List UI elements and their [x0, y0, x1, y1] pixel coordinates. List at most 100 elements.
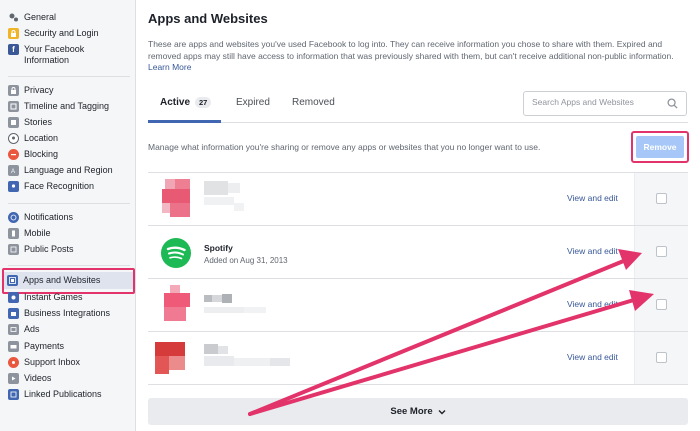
- language-icon: A: [8, 165, 19, 176]
- tab-active[interactable]: Active 27: [160, 97, 212, 108]
- facebook-icon: f: [8, 44, 19, 55]
- app-row-spotify[interactable]: Spotify Added on Aug 31, 2013 View and e…: [148, 226, 688, 279]
- sidebar-item-label: Instant Games: [24, 292, 83, 302]
- apps-icon: [7, 275, 18, 286]
- sidebar-item-face-recognition[interactable]: Face Recognition: [8, 181, 134, 192]
- sidebar-item-blocking[interactable]: Blocking: [8, 149, 134, 160]
- location-icon: [8, 133, 19, 144]
- sidebar-item-videos[interactable]: Videos: [8, 373, 134, 384]
- sidebar-divider: [8, 203, 130, 204]
- select-checkbox[interactable]: [656, 352, 667, 363]
- sidebar-item-label: Stories: [24, 117, 53, 127]
- sidebar-item-label: Security and Login: [24, 28, 99, 38]
- tab-removed[interactable]: Removed: [292, 97, 335, 108]
- view-and-edit-link[interactable]: View and edit: [567, 193, 618, 203]
- sidebar-item-privacy[interactable]: Privacy: [8, 85, 134, 96]
- tab-count-badge: 27: [195, 97, 212, 108]
- remove-button[interactable]: Remove: [636, 136, 684, 158]
- sidebar-divider: [8, 76, 130, 77]
- mobile-icon: [8, 228, 19, 239]
- page-description: These are apps and websites you've used …: [148, 39, 688, 74]
- checkbox-cell: [634, 279, 688, 331]
- games-icon: [8, 292, 19, 303]
- tab-label: Active: [160, 97, 191, 108]
- sidebar-item-label: Privacy: [24, 85, 54, 95]
- app-name: Spotify: [204, 243, 233, 253]
- sidebar-item-public-posts[interactable]: Public Posts: [8, 244, 134, 255]
- sidebar-item-label: Business Integrations: [24, 308, 111, 318]
- sidebar-item-stories[interactable]: Stories: [8, 117, 134, 128]
- main-content: Apps and Websites These are apps and web…: [148, 0, 700, 431]
- sidebar-item-linked-publications[interactable]: Linked Publications: [8, 389, 134, 400]
- sidebar-item-apps-websites[interactable]: Apps and Websites: [3, 272, 134, 289]
- sidebar-item-ads[interactable]: Ads: [8, 324, 134, 335]
- page-title: Apps and Websites: [148, 11, 268, 26]
- support-icon: [8, 357, 19, 368]
- search-box[interactable]: [523, 91, 687, 116]
- sidebar-item-language[interactable]: A Language and Region: [8, 165, 134, 176]
- description-text: These are apps and websites you've used …: [148, 39, 674, 61]
- spotify-icon: [161, 238, 191, 268]
- sidebar-item-label: Payments: [24, 341, 65, 351]
- search-input[interactable]: [532, 97, 662, 107]
- app-row[interactable]: View and edit: [148, 332, 688, 385]
- svg-text:A: A: [11, 169, 15, 174]
- chevron-down-icon: [438, 409, 446, 414]
- sidebar-item-mobile[interactable]: Mobile: [8, 228, 134, 239]
- sidebar-item-label: Ads: [24, 324, 40, 334]
- select-checkbox[interactable]: [656, 299, 667, 310]
- learn-more-link[interactable]: Learn More: [148, 62, 191, 72]
- sidebar-item-label: Your Facebook Information: [24, 44, 85, 65]
- apps-list: View and edit Spotify Added on Aug 31, 2…: [148, 172, 688, 385]
- sidebar-item-security[interactable]: Security and Login: [8, 28, 134, 39]
- tag-icon: [8, 101, 19, 112]
- sidebar-item-support-inbox[interactable]: Support Inbox: [8, 357, 134, 368]
- rss-icon: [8, 244, 19, 255]
- face-icon: [8, 181, 19, 192]
- sidebar-item-business[interactable]: Business Integrations: [8, 308, 134, 319]
- highlight-box: Remove: [631, 131, 689, 163]
- tab-expired[interactable]: Expired: [236, 97, 270, 108]
- manage-text: Manage what information you're sharing o…: [148, 142, 541, 152]
- globe-icon: [8, 212, 19, 223]
- view-and-edit-link[interactable]: View and edit: [567, 299, 618, 309]
- app-added-date: Added on Aug 31, 2013: [204, 256, 288, 265]
- view-and-edit-link[interactable]: View and edit: [567, 352, 618, 362]
- gear-icon: [8, 12, 19, 23]
- sidebar-divider: [8, 265, 130, 266]
- business-icon: [8, 308, 19, 319]
- app-row[interactable]: View and edit: [148, 279, 688, 332]
- sidebar-item-label: Language and Region: [24, 165, 113, 175]
- app-row[interactable]: View and edit: [148, 173, 688, 226]
- settings-sidebar: General Security and Login f Your Facebo…: [0, 0, 136, 431]
- sidebar-item-facebook-info[interactable]: f Your Facebook Information: [8, 44, 134, 66]
- search-icon[interactable]: [667, 98, 678, 109]
- sidebar-item-payments[interactable]: Payments: [8, 341, 134, 352]
- sidebar-item-label: Mobile: [24, 228, 51, 238]
- sidebar-item-instant-games[interactable]: Instant Games: [8, 292, 134, 303]
- sidebar-item-timeline[interactable]: Timeline and Tagging: [8, 101, 134, 112]
- checkbox-cell: [634, 332, 688, 384]
- sidebar-item-location[interactable]: Location: [8, 133, 134, 144]
- book-icon: [8, 117, 19, 128]
- linked-icon: [8, 389, 19, 400]
- ads-icon: [8, 324, 19, 335]
- sidebar-item-label: Public Posts: [24, 244, 74, 254]
- see-more-label: See More: [390, 406, 433, 417]
- sidebar-item-label: Timeline and Tagging: [24, 101, 110, 111]
- block-icon: [8, 149, 19, 160]
- active-tab-indicator: [148, 120, 221, 123]
- view-and-edit-link[interactable]: View and edit: [567, 246, 618, 256]
- sidebar-item-label: Support Inbox: [24, 357, 81, 367]
- sidebar-item-notifications[interactable]: Notifications: [8, 212, 134, 223]
- sidebar-item-label: Blocking: [24, 149, 59, 159]
- select-checkbox[interactable]: [656, 193, 667, 204]
- sidebar-item-general[interactable]: General: [8, 12, 134, 23]
- checkbox-cell: [634, 226, 688, 278]
- sidebar-item-label: Notifications: [24, 212, 74, 222]
- sidebar-item-label: Face Recognition: [24, 181, 95, 191]
- payments-icon: [8, 341, 19, 352]
- lock-icon: [8, 85, 19, 96]
- select-checkbox[interactable]: [656, 246, 667, 257]
- see-more-button[interactable]: See More: [148, 398, 688, 425]
